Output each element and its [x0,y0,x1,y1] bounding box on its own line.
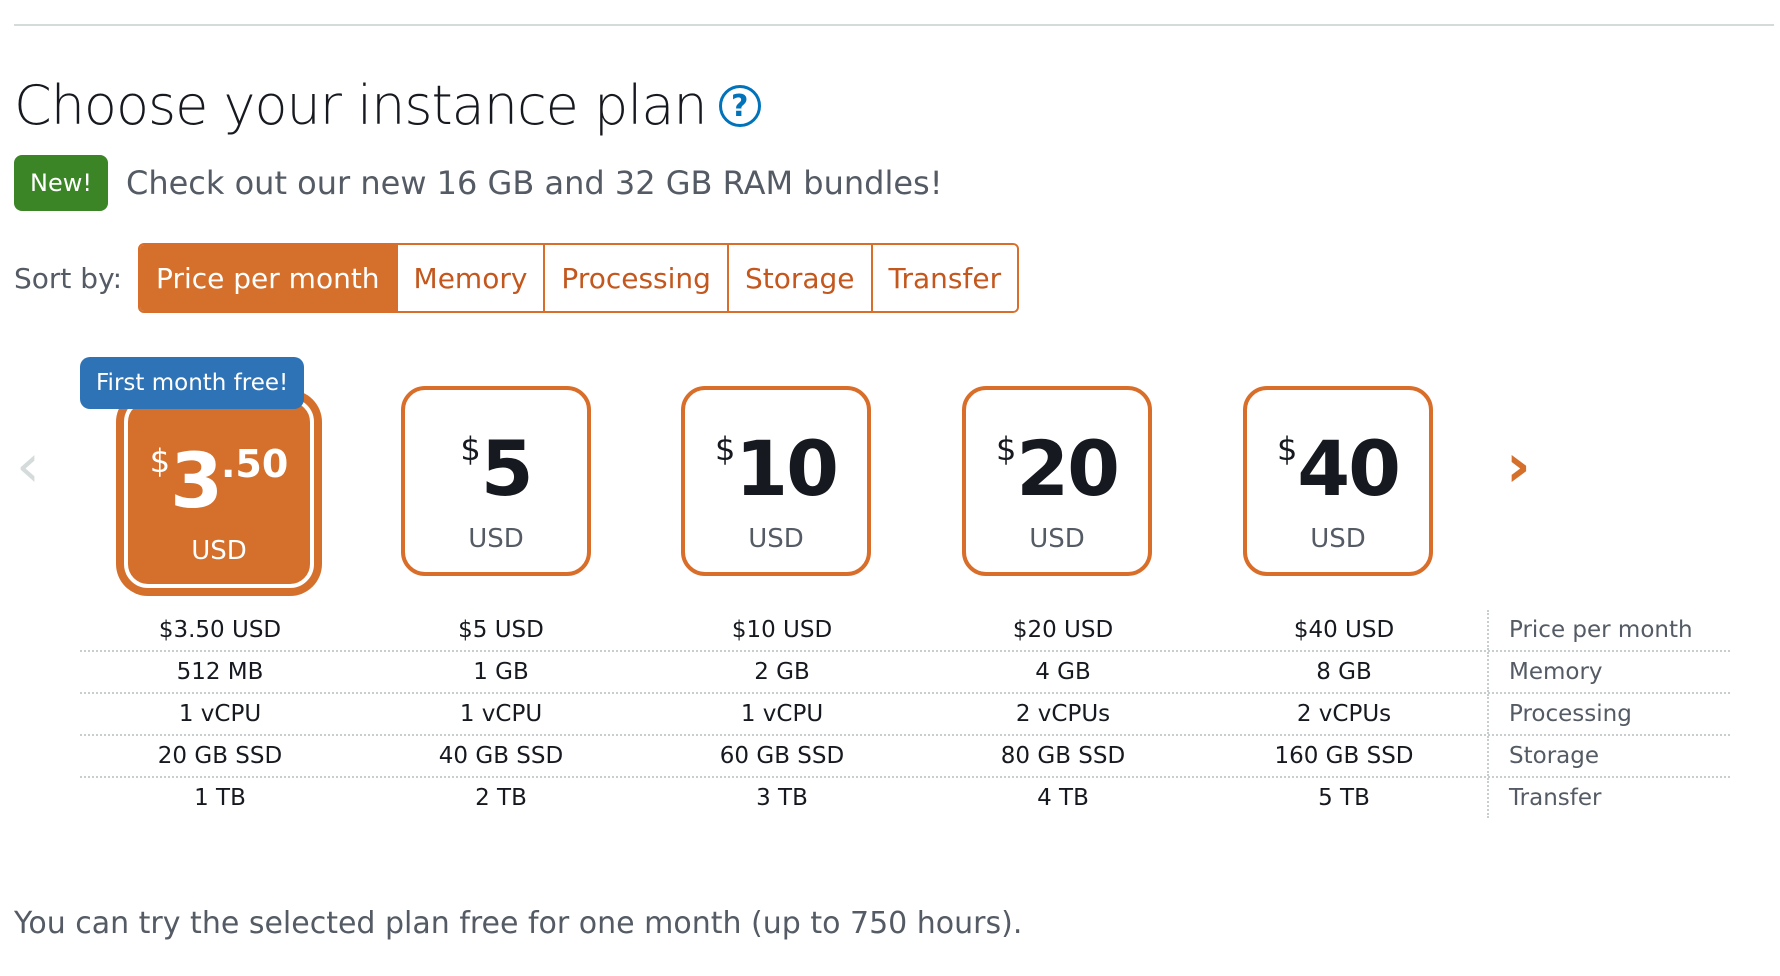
spec-row-memory: 512 MB 1 GB 2 GB 4 GB 8 GB Memory [80,652,1730,694]
sort-label: Sort by: [14,261,123,295]
price-amount: 3 [170,436,223,525]
plan-card-3-50[interactable]: $3.50 USD [124,398,314,588]
spec-cell: 1 GB [473,659,529,685]
plan-price: $5 [405,424,587,514]
spec-cell: 2 vCPUs [1296,701,1392,727]
sort-bar: Sort by: Price per month Memory Processi… [14,243,1020,313]
dollar-sign: $ [1276,430,1298,468]
dollar-sign: $ [714,430,736,468]
spec-cell: $10 USD [731,617,833,643]
price-amount: 40 [1297,424,1401,513]
spec-cell: $3.50 USD [158,617,282,643]
spec-cell: 512 MB [176,659,264,685]
sort-button-price[interactable]: Price per month [140,245,396,311]
carousel-prev-icon[interactable]: ‹ [16,436,40,496]
carousel-next-icon[interactable]: › [1506,436,1531,496]
spec-label-storage: Storage [1487,736,1599,776]
free-trial-note: You can try the selected plan free for o… [14,906,1023,941]
title-row: Choose your instance plan ? [14,74,761,138]
plan-currency: USD [191,536,247,566]
spec-cell: 3 TB [756,785,808,811]
spec-cell: 160 GB SSD [1274,743,1414,769]
price-cents: .50 [220,442,289,486]
price-amount: 10 [735,424,839,513]
spec-cell: 1 vCPU [740,701,824,727]
plan-spec-table: $3.50 USD $5 USD $10 USD $20 USD $40 USD… [80,610,1730,818]
spec-cell: 4 TB [1037,785,1089,811]
spec-cell: 40 GB SSD [438,743,564,769]
sort-button-memory[interactable]: Memory [395,245,544,311]
spec-cell: 80 GB SSD [1000,743,1126,769]
plan-price: $3.50 [128,436,310,526]
spec-cell: 2 TB [475,785,527,811]
spec-label-memory: Memory [1487,652,1603,692]
sort-button-storage[interactable]: Storage [726,245,871,311]
dollar-sign: $ [149,442,171,480]
spec-row-processing: 1 vCPU 1 vCPU 1 vCPU 2 vCPUs 2 vCPUs Pro… [80,694,1730,736]
spec-cell: 5 TB [1318,785,1370,811]
spec-label-transfer: Transfer [1487,778,1601,818]
spec-row-storage: 20 GB SSD 40 GB SSD 60 GB SSD 80 GB SSD … [80,736,1730,778]
plan-currency: USD [748,524,804,554]
spec-label-processing: Processing [1487,694,1632,734]
dollar-sign: $ [460,430,481,468]
announcement-text: Check out our new 16 GB and 32 GB RAM bu… [125,164,943,202]
plan-card-20[interactable]: $20 USD [962,386,1152,576]
sort-button-group: Price per month Memory Processing Storag… [138,243,1020,313]
price-amount: 20 [1016,424,1120,513]
spec-cell: 8 GB [1316,659,1372,685]
plan-price: $10 [685,424,867,514]
plan-card-5[interactable]: $5 USD [401,386,591,576]
page-title: Choose your instance plan [14,74,708,137]
dollar-sign: $ [995,430,1017,468]
first-month-free-badge: First month free! [80,357,305,409]
plan-currency: USD [468,524,524,554]
spec-cell: $5 USD [458,617,544,643]
spec-label-price: Price per month [1487,610,1693,650]
spec-cell: 2 GB [754,659,810,685]
plan-price: $40 [1247,424,1429,514]
help-icon[interactable]: ? [718,85,761,127]
top-divider [14,24,1774,26]
spec-cell: 1 TB [194,785,246,811]
price-amount: 5 [480,424,534,513]
spec-cell: 1 vCPU [178,701,262,727]
sort-button-transfer[interactable]: Transfer [870,245,1018,311]
spec-row-price: $3.50 USD $5 USD $10 USD $20 USD $40 USD… [80,610,1730,652]
new-badge: New! [14,155,108,211]
sort-button-processing[interactable]: Processing [543,245,727,311]
plan-card-40[interactable]: $40 USD [1243,386,1433,576]
plan-card-10[interactable]: $10 USD [681,386,871,576]
spec-cell: 1 vCPU [459,701,543,727]
spec-cell: 20 GB SSD [157,743,283,769]
announcement: New! Check out our new 16 GB and 32 GB R… [14,155,943,211]
plan-price: $20 [966,424,1148,514]
spec-cell: $20 USD [1012,617,1114,643]
spec-cell: $40 USD [1293,617,1395,643]
spec-cell: 2 vCPUs [1015,701,1111,727]
plan-currency: USD [1310,524,1366,554]
spec-cell: 4 GB [1035,659,1091,685]
spec-cell: 60 GB SSD [719,743,845,769]
plan-currency: USD [1029,524,1085,554]
spec-row-transfer: 1 TB 2 TB 3 TB 4 TB 5 TB Transfer [80,778,1730,818]
